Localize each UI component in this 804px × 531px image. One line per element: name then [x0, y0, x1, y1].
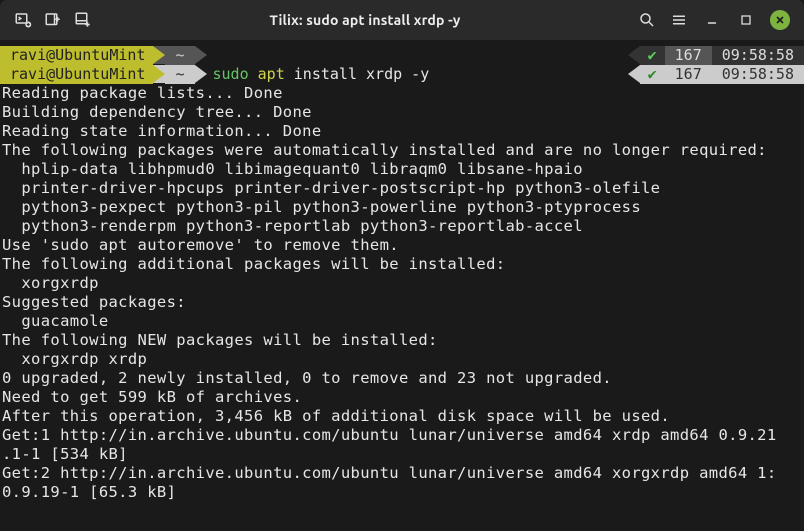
- cmd-sudo: sudo: [213, 65, 249, 83]
- status-number: 167: [665, 65, 712, 84]
- powerline-arrow-icon: [195, 65, 207, 83]
- titlebar: Tilix: sudo apt install xrdp -y: [0, 0, 804, 40]
- powerline-arrow-icon: [153, 65, 165, 83]
- powerline-arrow-icon: [153, 46, 165, 64]
- output-line: xorgxrdp xrdp: [2, 350, 147, 368]
- terminal-output: Reading package lists... Done Building d…: [0, 84, 804, 506]
- close-button[interactable]: [770, 10, 790, 30]
- maximize-button[interactable]: [736, 10, 756, 30]
- output-line: 0.9.19-1 [65.3 kB]: [2, 483, 176, 501]
- terminal-new-icon[interactable]: [14, 11, 32, 29]
- output-line: The following NEW packages will be insta…: [2, 331, 438, 349]
- search-icon[interactable]: [638, 11, 656, 29]
- titlebar-right-icons: [638, 10, 796, 30]
- output-line: hplip-data libhpmud0 libimagequant0 libr…: [2, 160, 583, 178]
- status-number: 167: [665, 46, 712, 65]
- add-down-icon[interactable]: [74, 11, 92, 29]
- output-line: .1-1 [534 kB]: [2, 445, 128, 463]
- cmd-apt: apt: [258, 65, 285, 83]
- output-line: After this operation, 3,456 kB of additi…: [2, 407, 670, 425]
- output-line: Building dependency tree... Done: [2, 103, 312, 121]
- prompt-command: sudo apt install xrdp -y: [207, 65, 628, 84]
- minimize-button[interactable]: [702, 10, 722, 30]
- output-line: Reading package lists... Done: [2, 84, 283, 102]
- output-line: The following additional packages will b…: [2, 255, 505, 273]
- powerline-arrow-left-icon: [628, 65, 640, 83]
- prompt-path: ~: [165, 65, 194, 84]
- status-check-icon: ✔: [640, 46, 665, 65]
- prompt-line-2: ravi@UbuntuMint ~ sudo apt install xrdp …: [0, 65, 804, 84]
- cmd-rest: install xrdp -y: [285, 65, 430, 83]
- output-line: 0 upgraded, 2 newly installed, 0 to remo…: [2, 369, 612, 387]
- output-line: Reading state information... Done: [2, 122, 322, 140]
- output-line: Get:2 http://in.archive.ubuntu.com/ubunt…: [2, 464, 777, 482]
- output-line: xorgxrdp: [2, 274, 99, 292]
- output-line: The following packages were automaticall…: [2, 141, 767, 159]
- prompt-status: ✔ 167 09:58:58: [628, 65, 804, 84]
- menu-icon[interactable]: [670, 11, 688, 29]
- output-line: python3-renderpm python3-reportlab pytho…: [2, 217, 583, 235]
- prompt-userhost: ravi@UbuntuMint: [0, 65, 153, 84]
- prompt-command-empty: [207, 46, 628, 65]
- status-time: 09:58:58: [712, 46, 804, 65]
- output-line: Use 'sudo apt autoremove' to remove them…: [2, 236, 399, 254]
- output-line: printer-driver-hpcups printer-driver-pos…: [2, 179, 660, 197]
- status-time: 09:58:58: [712, 65, 804, 84]
- prompt-line-1: ravi@UbuntuMint ~ ✔ 167 09:58:58: [0, 46, 804, 65]
- output-line: Suggested packages:: [2, 293, 186, 311]
- output-line: Need to get 599 kB of archives.: [2, 388, 302, 406]
- status-check-icon: ✔: [640, 65, 665, 84]
- prompt-path: ~: [165, 46, 194, 65]
- powerline-arrow-icon: [195, 46, 207, 64]
- output-line: guacamole: [2, 312, 109, 330]
- prompt-userhost: ravi@UbuntuMint: [0, 46, 153, 65]
- titlebar-left-icons: [8, 11, 92, 29]
- output-line: Get:1 http://in.archive.ubuntu.com/ubunt…: [2, 426, 777, 444]
- powerline-arrow-left-icon: [628, 46, 640, 64]
- prompt-status: ✔ 167 09:58:58: [628, 46, 804, 65]
- window-title: Tilix: sudo apt install xrdp -y: [98, 12, 632, 28]
- output-line: python3-pexpect python3-pil python3-powe…: [2, 198, 641, 216]
- add-right-icon[interactable]: [44, 11, 62, 29]
- terminal-content[interactable]: ravi@UbuntuMint ~ ✔ 167 09:58:58 ravi@Ub…: [0, 40, 804, 506]
